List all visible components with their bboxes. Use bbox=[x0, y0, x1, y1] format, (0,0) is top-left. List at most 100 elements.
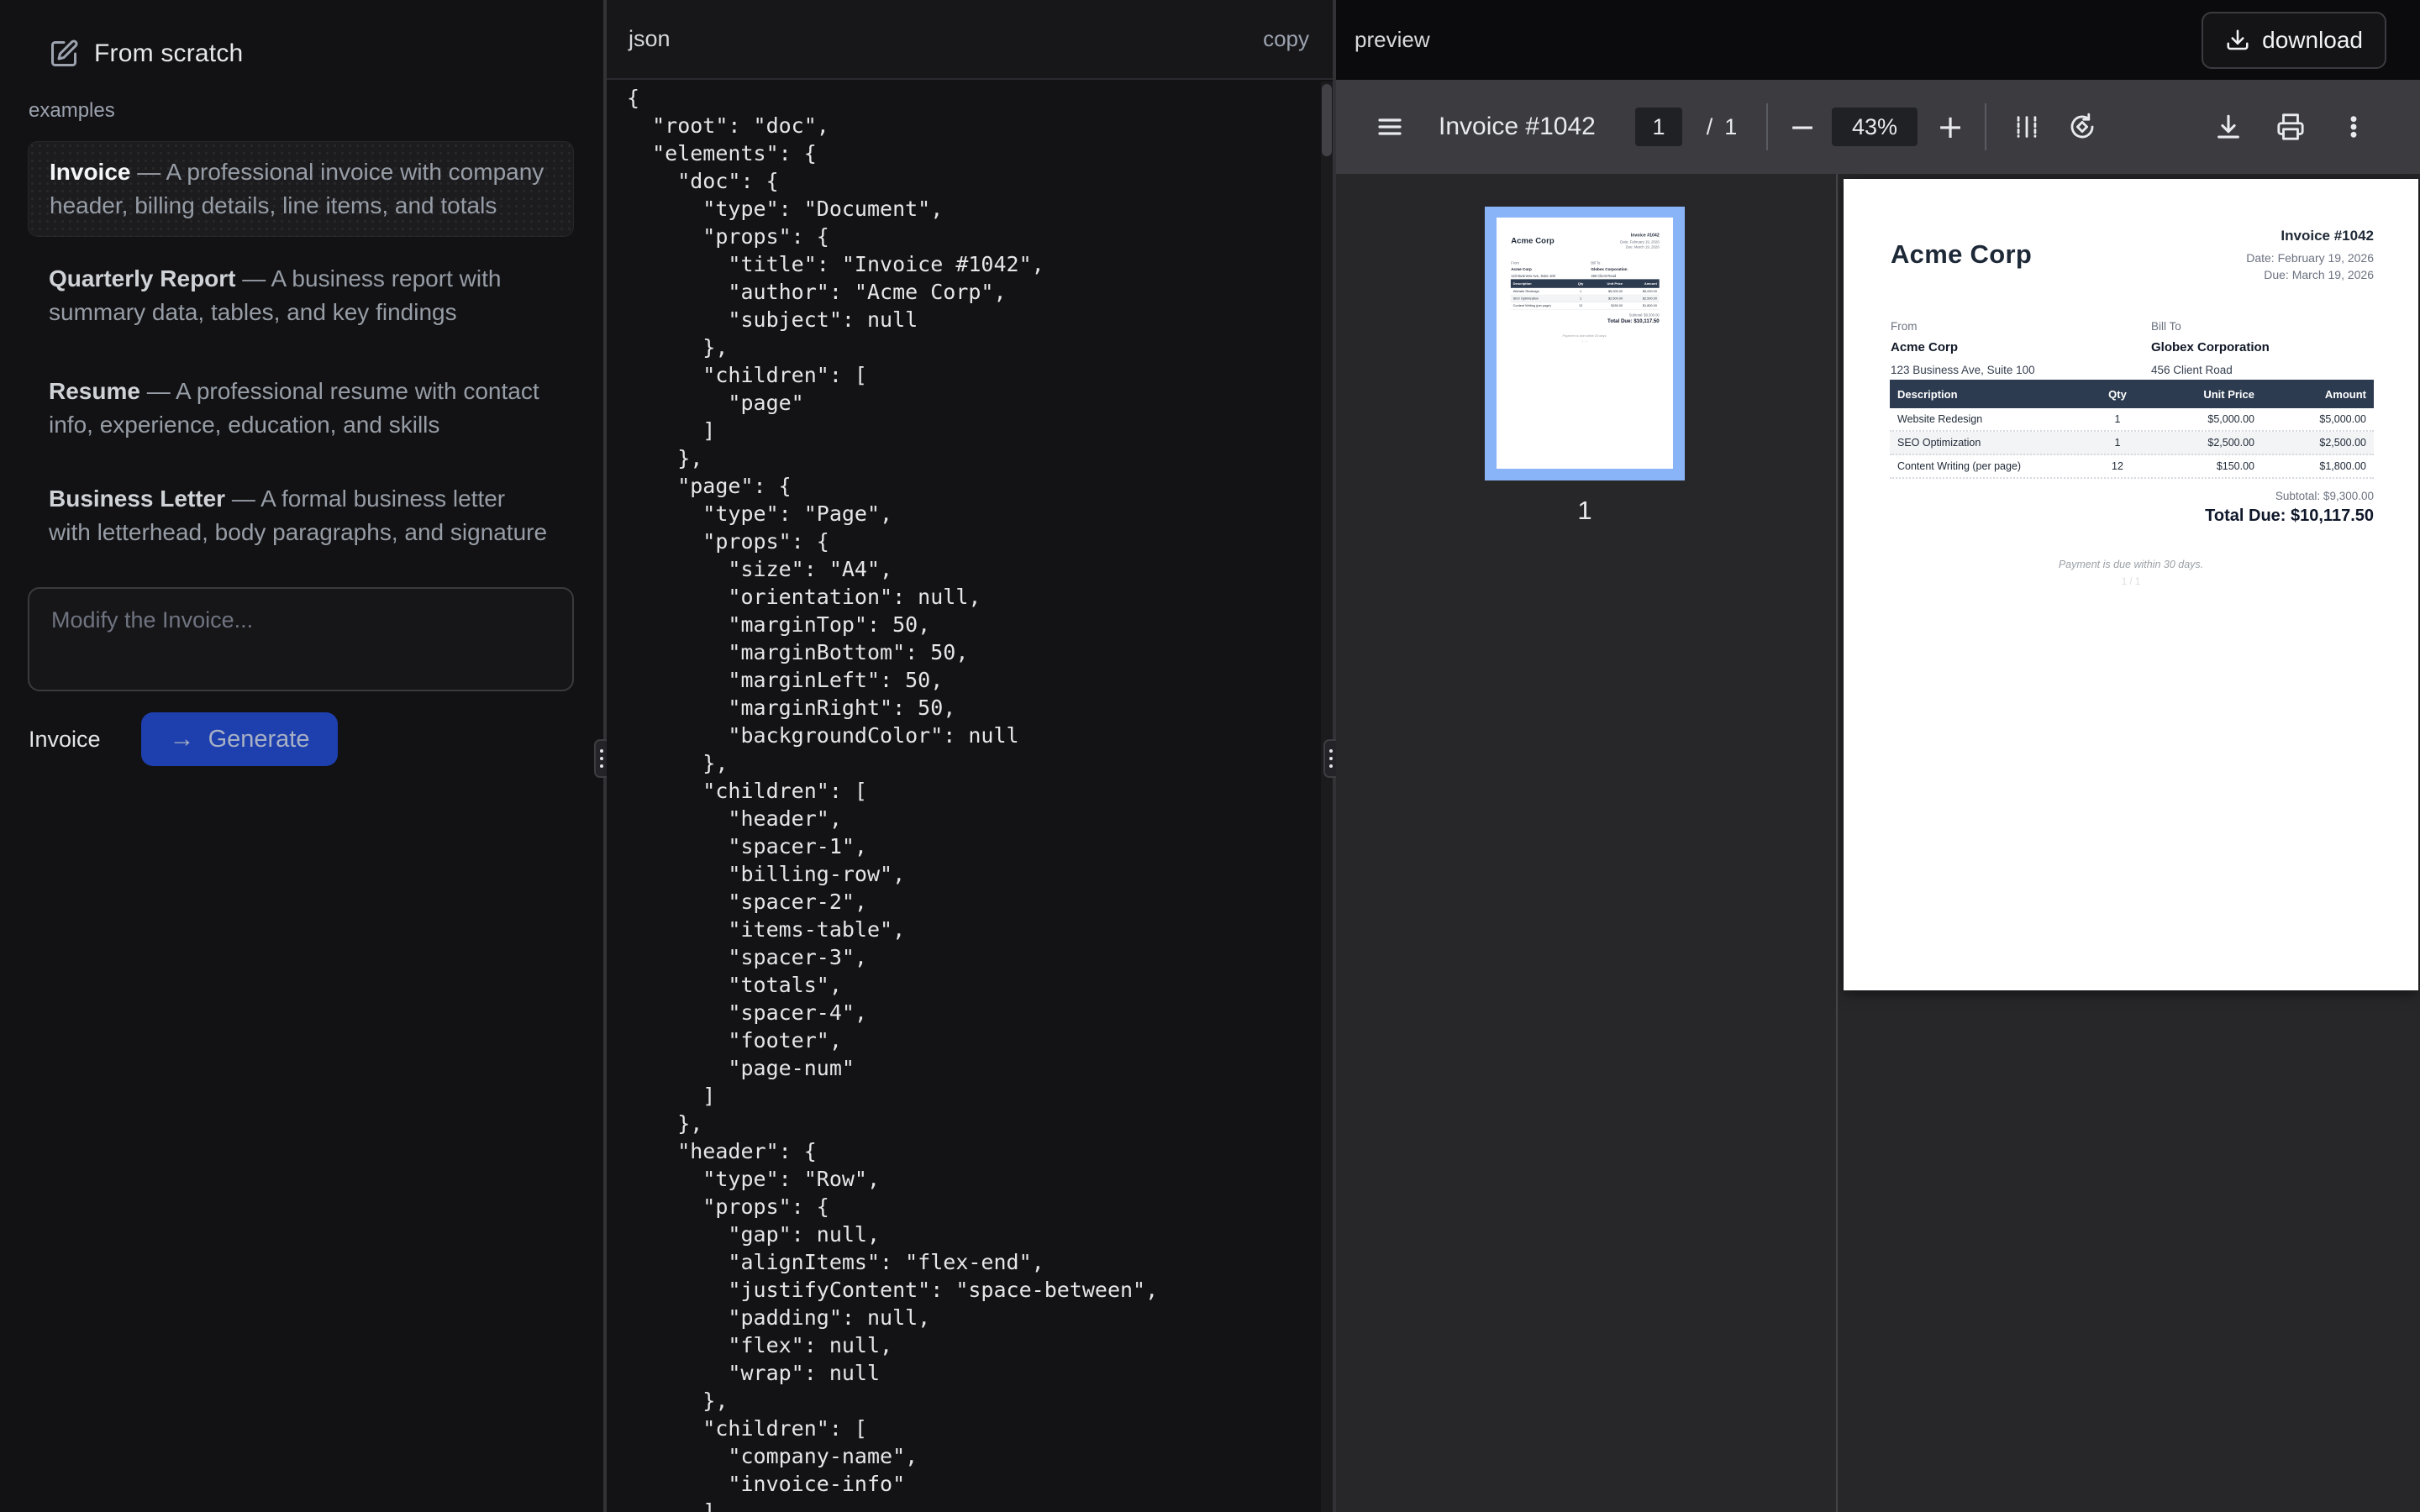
invoice-total-due: Total Due: $10,117.50 bbox=[2205, 507, 2374, 526]
cell-unit-price: $2,500.00 bbox=[2145, 437, 2254, 449]
cell-qty: 1 bbox=[1572, 297, 1589, 300]
billto-label: Bill To bbox=[2151, 320, 2270, 333]
example-item-invoice[interactable]: Invoice — A professional invoice with co… bbox=[28, 141, 574, 237]
invoice-company-name: Acme Corp bbox=[1511, 236, 1555, 245]
table-row: Content Writing (per page) 12 $150.00 $1… bbox=[1890, 455, 2374, 479]
cell-amount: $1,800.00 bbox=[2254, 460, 2374, 472]
invoice-company-name: Acme Corp bbox=[1891, 239, 2032, 270]
pdf-menu-button[interactable] bbox=[1376, 113, 1403, 140]
pdf-download-button[interactable] bbox=[2214, 113, 2243, 141]
invoice-page-indicator: 1 / 1 bbox=[1844, 577, 2418, 587]
invoice-sheet: Acme Corp Invoice #1042 Date: February 1… bbox=[1497, 218, 1673, 467]
json-scrollbar-thumb[interactable] bbox=[1322, 84, 1332, 156]
app-window: From scratch examples Invoice — A profes… bbox=[0, 0, 2420, 1512]
header-qty: Qty bbox=[2090, 388, 2145, 401]
fit-to-page-button[interactable] bbox=[2012, 113, 2041, 141]
invoice-footer-note: Payment is due within 30 days. bbox=[1844, 559, 2418, 570]
billto-name: Globex Corporation bbox=[1591, 267, 1627, 271]
preview-header: preview download bbox=[1336, 0, 2420, 80]
example-title: Resume bbox=[49, 378, 140, 404]
copy-json-button[interactable]: copy bbox=[1263, 26, 1309, 52]
download-icon bbox=[2225, 28, 2250, 53]
thumbnail-sheet-host: Acme Corp Invoice #1042 Date: February 1… bbox=[1497, 218, 1673, 467]
from-name: Acme Corp bbox=[1891, 340, 2035, 354]
download-button[interactable]: download bbox=[2202, 12, 2386, 69]
invoice-number: Invoice #1042 bbox=[1620, 233, 1660, 238]
generate-row: Invoice → Generate bbox=[29, 712, 338, 766]
invoice-due-date: Due: March 19, 2026 bbox=[2246, 266, 2374, 283]
page-thumbnail-sheet: Acme Corp Invoice #1042 Date: February 1… bbox=[1497, 218, 1673, 469]
cell-unit-price: $2,500.00 bbox=[1589, 297, 1623, 300]
more-options-button[interactable] bbox=[2340, 113, 2367, 140]
json-scrollbar-track bbox=[1321, 81, 1333, 1512]
header-unit-price: Unit Price bbox=[1589, 281, 1623, 286]
json-editor-panel: json copy { "root": "doc", "elements": {… bbox=[607, 0, 1333, 1512]
example-item-quarterly-report[interactable]: Quarterly Report — A business report wit… bbox=[28, 249, 574, 343]
thumbnails-sidebar: Acme Corp Invoice #1042 Date: February 1… bbox=[1336, 174, 1838, 1512]
thumbnail-page-number: 1 bbox=[1485, 496, 1685, 526]
cell-description: Website Redesign bbox=[1890, 413, 2090, 425]
zoom-in-button[interactable]: + bbox=[1937, 108, 1964, 145]
invoice-items-table: Description Qty Unit Price Amount Websit… bbox=[1511, 279, 1660, 309]
invoice-sheet: Acme Corp Invoice #1042 Date: February 1… bbox=[1844, 179, 2418, 990]
cell-amount: $2,500.00 bbox=[2254, 437, 2374, 449]
document-scroll-area[interactable]: Acme Corp Invoice #1042 Date: February 1… bbox=[1839, 174, 2420, 1512]
table-row: Content Writing (per page) 12 $150.00 $1… bbox=[1511, 302, 1660, 310]
cell-qty: 1 bbox=[2090, 437, 2145, 449]
header-unit-price: Unit Price bbox=[2145, 388, 2254, 401]
download-button-label: download bbox=[2262, 27, 2363, 54]
invoice-due-date: Due: March 19, 2026 bbox=[1620, 244, 1660, 249]
cell-amount: $1,800.00 bbox=[1623, 304, 1660, 307]
templates-sidebar: From scratch examples Invoice — A profes… bbox=[0, 0, 603, 1512]
header-description: Description bbox=[1511, 281, 1572, 286]
toolbar-divider bbox=[1766, 103, 1768, 150]
from-scratch-header[interactable]: From scratch bbox=[49, 39, 243, 69]
generate-button[interactable]: → Generate bbox=[141, 712, 339, 766]
from-address-1: 123 Business Ave, Suite 100 bbox=[1891, 361, 2035, 379]
preview-panel: preview download Invoice #1042 1 / 1 bbox=[1336, 0, 2420, 1512]
examples-section-label: examples bbox=[29, 99, 115, 123]
example-item-resume[interactable]: Resume — A professional resume with cont… bbox=[28, 361, 574, 455]
pdf-document-title: Invoice #1042 bbox=[1439, 113, 1596, 141]
invoice-meta: Invoice #1042 Date: February 19, 2026 Du… bbox=[1620, 233, 1660, 249]
print-button[interactable] bbox=[2276, 113, 2305, 141]
invoice-total-due: Total Due: $10,117.50 bbox=[1607, 318, 1660, 324]
modify-prompt-input[interactable] bbox=[28, 587, 574, 691]
zoom-level-input[interactable]: 43% bbox=[1832, 108, 1918, 146]
from-scratch-label: From scratch bbox=[94, 39, 243, 68]
json-panel-header: json copy bbox=[607, 0, 1333, 80]
json-code-view[interactable]: { "root": "doc", "elements": { "doc": { … bbox=[627, 84, 1316, 1512]
rotate-button[interactable] bbox=[2068, 113, 2096, 141]
pdf-content-area: Acme Corp Invoice #1042 Date: February 1… bbox=[1336, 174, 2420, 1512]
hamburger-menu-icon bbox=[1376, 113, 1403, 140]
billto-name: Globex Corporation bbox=[2151, 340, 2270, 354]
from-label: From bbox=[1891, 320, 2035, 333]
cell-qty: 1 bbox=[1572, 290, 1589, 293]
toolbar-divider bbox=[1985, 103, 1986, 150]
json-panel-title: json bbox=[629, 26, 671, 52]
page-thumbnail[interactable]: Acme Corp Invoice #1042 Date: February 1… bbox=[1485, 207, 1685, 480]
from-label: From bbox=[1511, 261, 1555, 265]
cell-qty: 1 bbox=[2090, 413, 2145, 425]
cell-description: SEO Optimization bbox=[1511, 297, 1572, 300]
example-title: Quarterly Report bbox=[49, 265, 236, 291]
arrow-right-icon: → bbox=[170, 725, 195, 753]
billto-label: Bill To bbox=[1591, 261, 1627, 265]
cell-description: Website Redesign bbox=[1511, 290, 1572, 293]
download-icon bbox=[2214, 113, 2243, 141]
table-row: SEO Optimization 1 $2,500.00 $2,500.00 bbox=[1890, 432, 2374, 455]
cell-unit-price: $5,000.00 bbox=[1589, 290, 1623, 293]
invoice-page-indicator: 1 / 1 bbox=[1497, 340, 1673, 344]
zoom-out-button[interactable]: − bbox=[1789, 108, 1816, 145]
cell-amount: $5,000.00 bbox=[2254, 413, 2374, 425]
cell-unit-price: $5,000.00 bbox=[2145, 413, 2254, 425]
pdf-page-input[interactable]: 1 bbox=[1635, 108, 1682, 146]
example-item-business-letter[interactable]: Business Letter — A formal business lett… bbox=[28, 469, 574, 563]
invoice-date: Date: February 19, 2026 bbox=[2246, 249, 2374, 266]
fit-page-icon bbox=[2012, 113, 2041, 141]
table-header-row: Description Qty Unit Price Amount bbox=[1511, 279, 1660, 287]
printer-icon bbox=[2276, 113, 2305, 141]
cell-description: Content Writing (per page) bbox=[1890, 460, 2090, 472]
invoice-subtotal: Subtotal: $9,300.00 bbox=[2275, 490, 2374, 502]
cell-amount: $5,000.00 bbox=[1623, 290, 1660, 293]
